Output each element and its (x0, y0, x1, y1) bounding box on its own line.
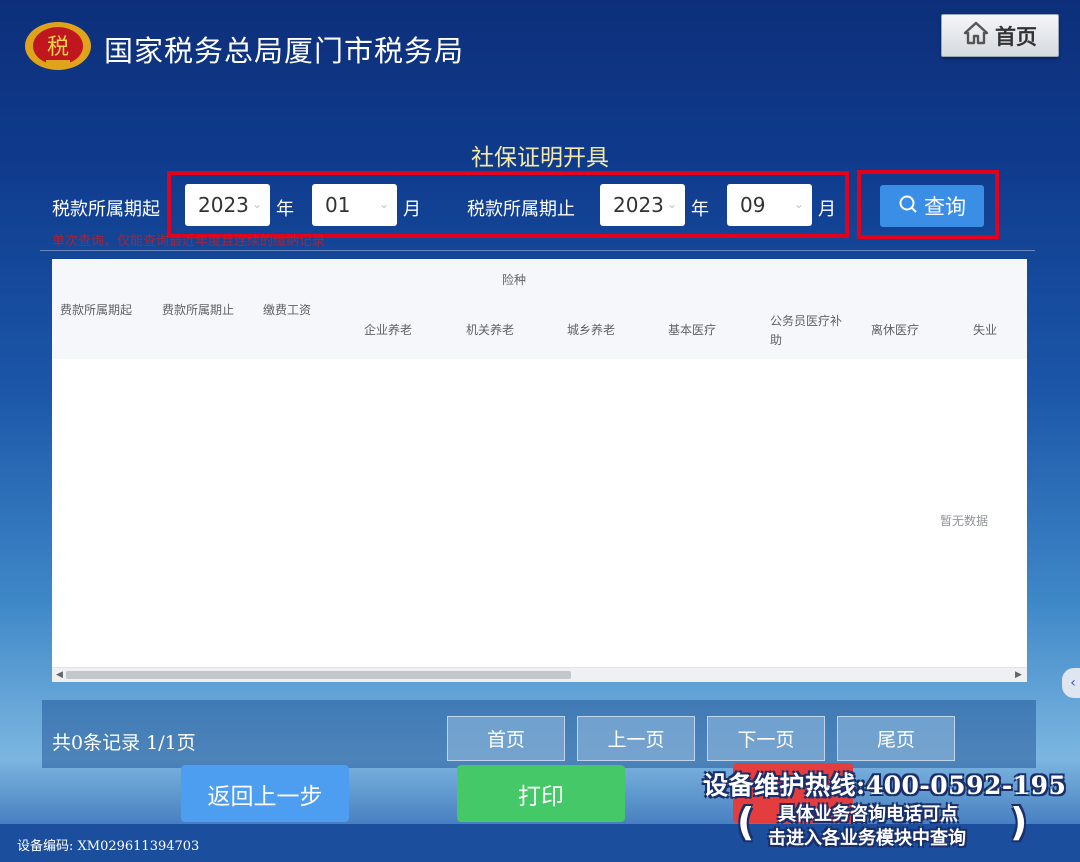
logo-text: 税 (47, 35, 69, 60)
side-collapse-tab[interactable]: ‹ (1062, 668, 1080, 698)
date-range-highlight (167, 171, 849, 238)
column-header: 失业 (973, 323, 998, 337)
print-button[interactable]: 打印 (457, 765, 625, 822)
prev-page-button[interactable]: 上一页 (577, 716, 695, 761)
query-highlight (857, 170, 999, 239)
column-header: 企业养老 (364, 323, 413, 337)
next-page-button[interactable]: 下一页 (707, 716, 825, 761)
record-summary: 共0条记录 1/1页 (52, 732, 196, 754)
back-button[interactable]: 返回上一步 (181, 765, 349, 822)
column-group-insurance-type: 险种 (501, 273, 526, 287)
column-header: 费款所属期止 (162, 303, 235, 317)
maintenance-hotline: 设备维护热线:400-0592-195 (703, 771, 1067, 800)
last-page-button[interactable]: 尾页 (837, 716, 955, 761)
site-title: 国家税务总局厦门市税务局 (104, 34, 465, 68)
horizontal-scrollbar[interactable]: ◀ ▶ (52, 667, 1027, 682)
divider (40, 250, 1035, 251)
hotline-note-line1: 具体业务咨询电话可点 (778, 804, 958, 825)
home-label: 首页 (995, 24, 1037, 49)
scroll-right-icon[interactable]: ▶ (1015, 668, 1022, 682)
chevron-left-icon: ‹ (1070, 675, 1076, 691)
empty-state-text: 暂无数据 (940, 514, 989, 528)
home-icon (963, 21, 989, 50)
table-header: 险种 费款所属期起 费款所属期止 缴费工资 企业养老 机关养老 城乡养老 基本医… (52, 259, 1027, 359)
hotline-note-line2: 击进入各业务模块中查询 (768, 828, 966, 849)
page-title: 社保证明开具 (471, 145, 609, 171)
column-header: 公务员医疗补助 (770, 314, 843, 347)
column-header: 费款所属期起 (60, 303, 133, 317)
records-table[interactable]: 险种 费款所属期起 费款所属期止 缴费工资 企业养老 机关养老 城乡养老 基本医… (52, 259, 1027, 682)
query-hint: 单次查询，仅能查询最近年度且连续的缴纳记录 (52, 234, 326, 249)
left-bracket-icon: ( (737, 800, 755, 844)
column-header: 机关养老 (466, 323, 515, 337)
scrollbar-thumb[interactable] (66, 671, 571, 679)
first-page-button[interactable]: 首页 (447, 716, 565, 761)
home-button[interactable]: 首页 (941, 14, 1059, 57)
column-header: 城乡养老 (567, 323, 616, 337)
start-period-label: 税款所属期起 (52, 199, 160, 220)
right-bracket-icon: ) (1010, 800, 1028, 844)
column-header: 基本医疗 (668, 323, 717, 337)
tax-emblem-logo: 税 (24, 20, 92, 72)
column-header: 缴费工资 (263, 303, 312, 317)
column-header: 离休医疗 (871, 323, 920, 337)
scroll-left-icon[interactable]: ◀ (56, 668, 63, 682)
device-code: 设备编码: XM029611394703 (17, 839, 200, 854)
